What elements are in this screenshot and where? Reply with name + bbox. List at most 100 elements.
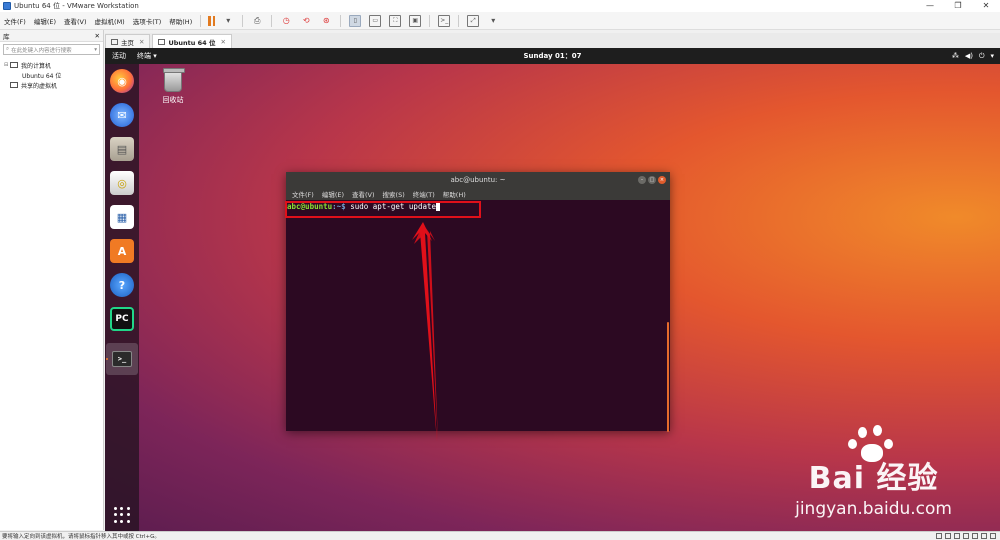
- cd-drive-icon[interactable]: [945, 533, 951, 539]
- snapshot-icon[interactable]: ◷: [280, 15, 292, 27]
- toolbar-separator: [458, 14, 460, 27]
- watermark-brand: Bai 经验: [808, 461, 939, 496]
- software-center-icon[interactable]: A: [110, 239, 134, 263]
- status-message: 要将输入定向到该虚拟机，请将鼠标指针移入其中或按 Ctrl+G。: [2, 534, 160, 540]
- dropdown-arrow-icon[interactable]: ▾: [487, 15, 499, 27]
- tree-item-shared-vms[interactable]: 共享的虚拟机: [4, 80, 99, 90]
- library-title: 库: [3, 32, 10, 41]
- terminal-output[interactable]: abc@ubuntu:~$ sudo apt-get update: [286, 200, 670, 432]
- library-tree: ⊟ 我的计算机 Ubuntu 64 位 共享的虚拟机: [0, 57, 113, 93]
- tree-item-ubuntu-vm[interactable]: Ubuntu 64 位: [4, 70, 113, 84]
- terminal-menu-view[interactable]: 查看(V): [348, 189, 379, 199]
- desktop-trash[interactable]: 回收站: [157, 68, 189, 105]
- dropdown-arrow-icon[interactable]: ▾: [222, 15, 234, 27]
- terminal-titlebar[interactable]: abc@ubuntu: ~ – □ ×: [286, 172, 670, 188]
- window-titlebar: Ubuntu 64 位 - VMware Workstation — ❐ ✕: [0, 0, 1000, 12]
- menu-tabs[interactable]: 选项卡(T): [129, 16, 166, 26]
- toolbar-separator: [242, 14, 244, 27]
- library-close-button[interactable]: ✕: [95, 32, 100, 40]
- close-window-button[interactable]: ✕: [972, 0, 1000, 12]
- library-panel: 库 ✕ ⌕ 在此处键入内容进行搜索 ▾ ⊟ 我的计算机 Ubuntu 64 位 …: [0, 30, 113, 530]
- toolbar-separator: [429, 14, 431, 27]
- volume-icon: ◀): [964, 51, 973, 60]
- tab-ubuntu[interactable]: Ubuntu 64 位 ✕: [152, 34, 232, 48]
- terminal-menu-edit[interactable]: 编辑(E): [318, 189, 348, 199]
- close-icon[interactable]: ×: [658, 176, 666, 184]
- menu-help[interactable]: 帮助(H): [165, 16, 196, 26]
- power-icon: ⏻: [978, 51, 985, 60]
- toolbar-separator: [271, 14, 273, 27]
- network-icon: ⁂: [951, 51, 959, 60]
- terminal-menu-file[interactable]: 文件(F): [288, 189, 318, 199]
- vm-console[interactable]: 活动 终端 ▾ Sunday 01：07 ⁂ ◀) ⏻ ▾ ◉ ✉ ▤ ◎ ▦ …: [105, 48, 1000, 531]
- show-library-icon[interactable]: ▯: [349, 14, 362, 27]
- terminal-menu-help[interactable]: 帮助(H): [439, 189, 470, 199]
- help-icon[interactable]: ?: [110, 273, 134, 297]
- ubuntu-dock: ◉ ✉ ▤ ◎ ▦ A ? PC >_: [105, 64, 139, 531]
- activities-button[interactable]: 活动: [105, 51, 133, 61]
- firefox-icon[interactable]: ◉: [110, 69, 134, 93]
- show-applications-icon[interactable]: [114, 507, 130, 523]
- terminal-menu-terminal[interactable]: 终端(T): [409, 189, 439, 199]
- restore-button[interactable]: ❐: [944, 0, 972, 12]
- menu-view[interactable]: 查看(V): [60, 16, 91, 26]
- vm-icon: [158, 38, 166, 45]
- menu-file[interactable]: 文件(F): [0, 16, 30, 26]
- tab-close-button[interactable]: ✕: [220, 38, 225, 46]
- minimize-icon[interactable]: –: [638, 176, 646, 184]
- window-controls: — ❐ ✕: [916, 0, 1000, 12]
- chevron-down-icon: ▾: [990, 51, 994, 60]
- files-icon[interactable]: ▤: [110, 137, 134, 161]
- library-search-input[interactable]: ⌕ 在此处键入内容进行搜索 ▾: [3, 44, 100, 55]
- rhythmbox-icon[interactable]: ◎: [110, 171, 134, 195]
- menu-edit[interactable]: 编辑(E): [30, 16, 60, 26]
- hard-disk-icon[interactable]: [936, 533, 942, 539]
- home-icon: [111, 38, 118, 45]
- tree-item-my-computer[interactable]: ⊟ 我的计算机: [4, 60, 99, 70]
- pycharm-icon[interactable]: PC: [110, 307, 134, 331]
- pause-icon[interactable]: [208, 15, 216, 26]
- revert-snapshot-icon[interactable]: ⟲: [300, 15, 312, 27]
- watermark-site: jingyan.baidu.com: [795, 499, 952, 519]
- menu-vm[interactable]: 虚拟机(M): [91, 16, 129, 26]
- chevron-down-icon[interactable]: ▾: [94, 47, 97, 53]
- send-ctrl-alt-del-icon[interactable]: ⎙: [251, 15, 263, 27]
- network-adapter-icon[interactable]: [954, 533, 960, 539]
- shared-vm-icon: [10, 82, 18, 88]
- tab-close-button[interactable]: ✕: [139, 38, 144, 46]
- annotation-highlight-box: [285, 201, 481, 218]
- display-icon[interactable]: [990, 533, 996, 539]
- unity-icon[interactable]: ▣: [409, 14, 422, 27]
- printer-icon[interactable]: [981, 533, 987, 539]
- terminal-dock-slot[interactable]: >_: [106, 343, 138, 375]
- fullscreen-icon[interactable]: ⛶: [389, 14, 402, 27]
- minimize-button[interactable]: —: [916, 0, 944, 12]
- terminal-window-controls: – □ ×: [638, 176, 666, 184]
- thumbnail-bar-icon[interactable]: ▭: [369, 14, 382, 27]
- tab-home[interactable]: 主页 ✕: [105, 34, 151, 48]
- clock[interactable]: Sunday 01：07: [523, 51, 581, 61]
- terminal-scrollbar[interactable]: [667, 322, 669, 432]
- app-menu[interactable]: 终端 ▾: [133, 51, 161, 61]
- window-title: Ubuntu 64 位 - VMware Workstation: [14, 2, 139, 10]
- system-tray[interactable]: ⁂ ◀) ⏻ ▾: [952, 52, 994, 61]
- thunderbird-icon[interactable]: ✉: [110, 103, 134, 127]
- maximize-icon[interactable]: □: [648, 176, 656, 184]
- terminal-menu-search[interactable]: 搜索(S): [379, 189, 409, 199]
- computer-icon: [10, 62, 18, 68]
- tree-item-label: 共享的虚拟机: [21, 82, 58, 90]
- trash-label: 回收站: [162, 96, 184, 104]
- tree-item-label: 我的计算机: [21, 62, 52, 70]
- tab-label: Ubuntu 64 位: [168, 38, 216, 47]
- device-status-icons: [936, 533, 996, 539]
- stretch-guest-icon[interactable]: ⤢: [467, 14, 480, 27]
- menubar: 文件(F) 编辑(E) 查看(V) 虚拟机(M) 选项卡(T) 帮助(H) ▾ …: [0, 12, 1000, 30]
- console-view-icon[interactable]: >_: [438, 14, 451, 27]
- trash-icon: [163, 68, 185, 92]
- libreoffice-writer-icon[interactable]: ▦: [110, 205, 134, 229]
- tab-label: 主页: [121, 38, 134, 47]
- snapshot-manager-icon[interactable]: ⊛: [320, 15, 332, 27]
- usb-icon[interactable]: [963, 533, 969, 539]
- terminal-menubar: 文件(F) 编辑(E) 查看(V) 搜索(S) 终端(T) 帮助(H): [286, 188, 670, 200]
- sound-card-icon[interactable]: [972, 533, 978, 539]
